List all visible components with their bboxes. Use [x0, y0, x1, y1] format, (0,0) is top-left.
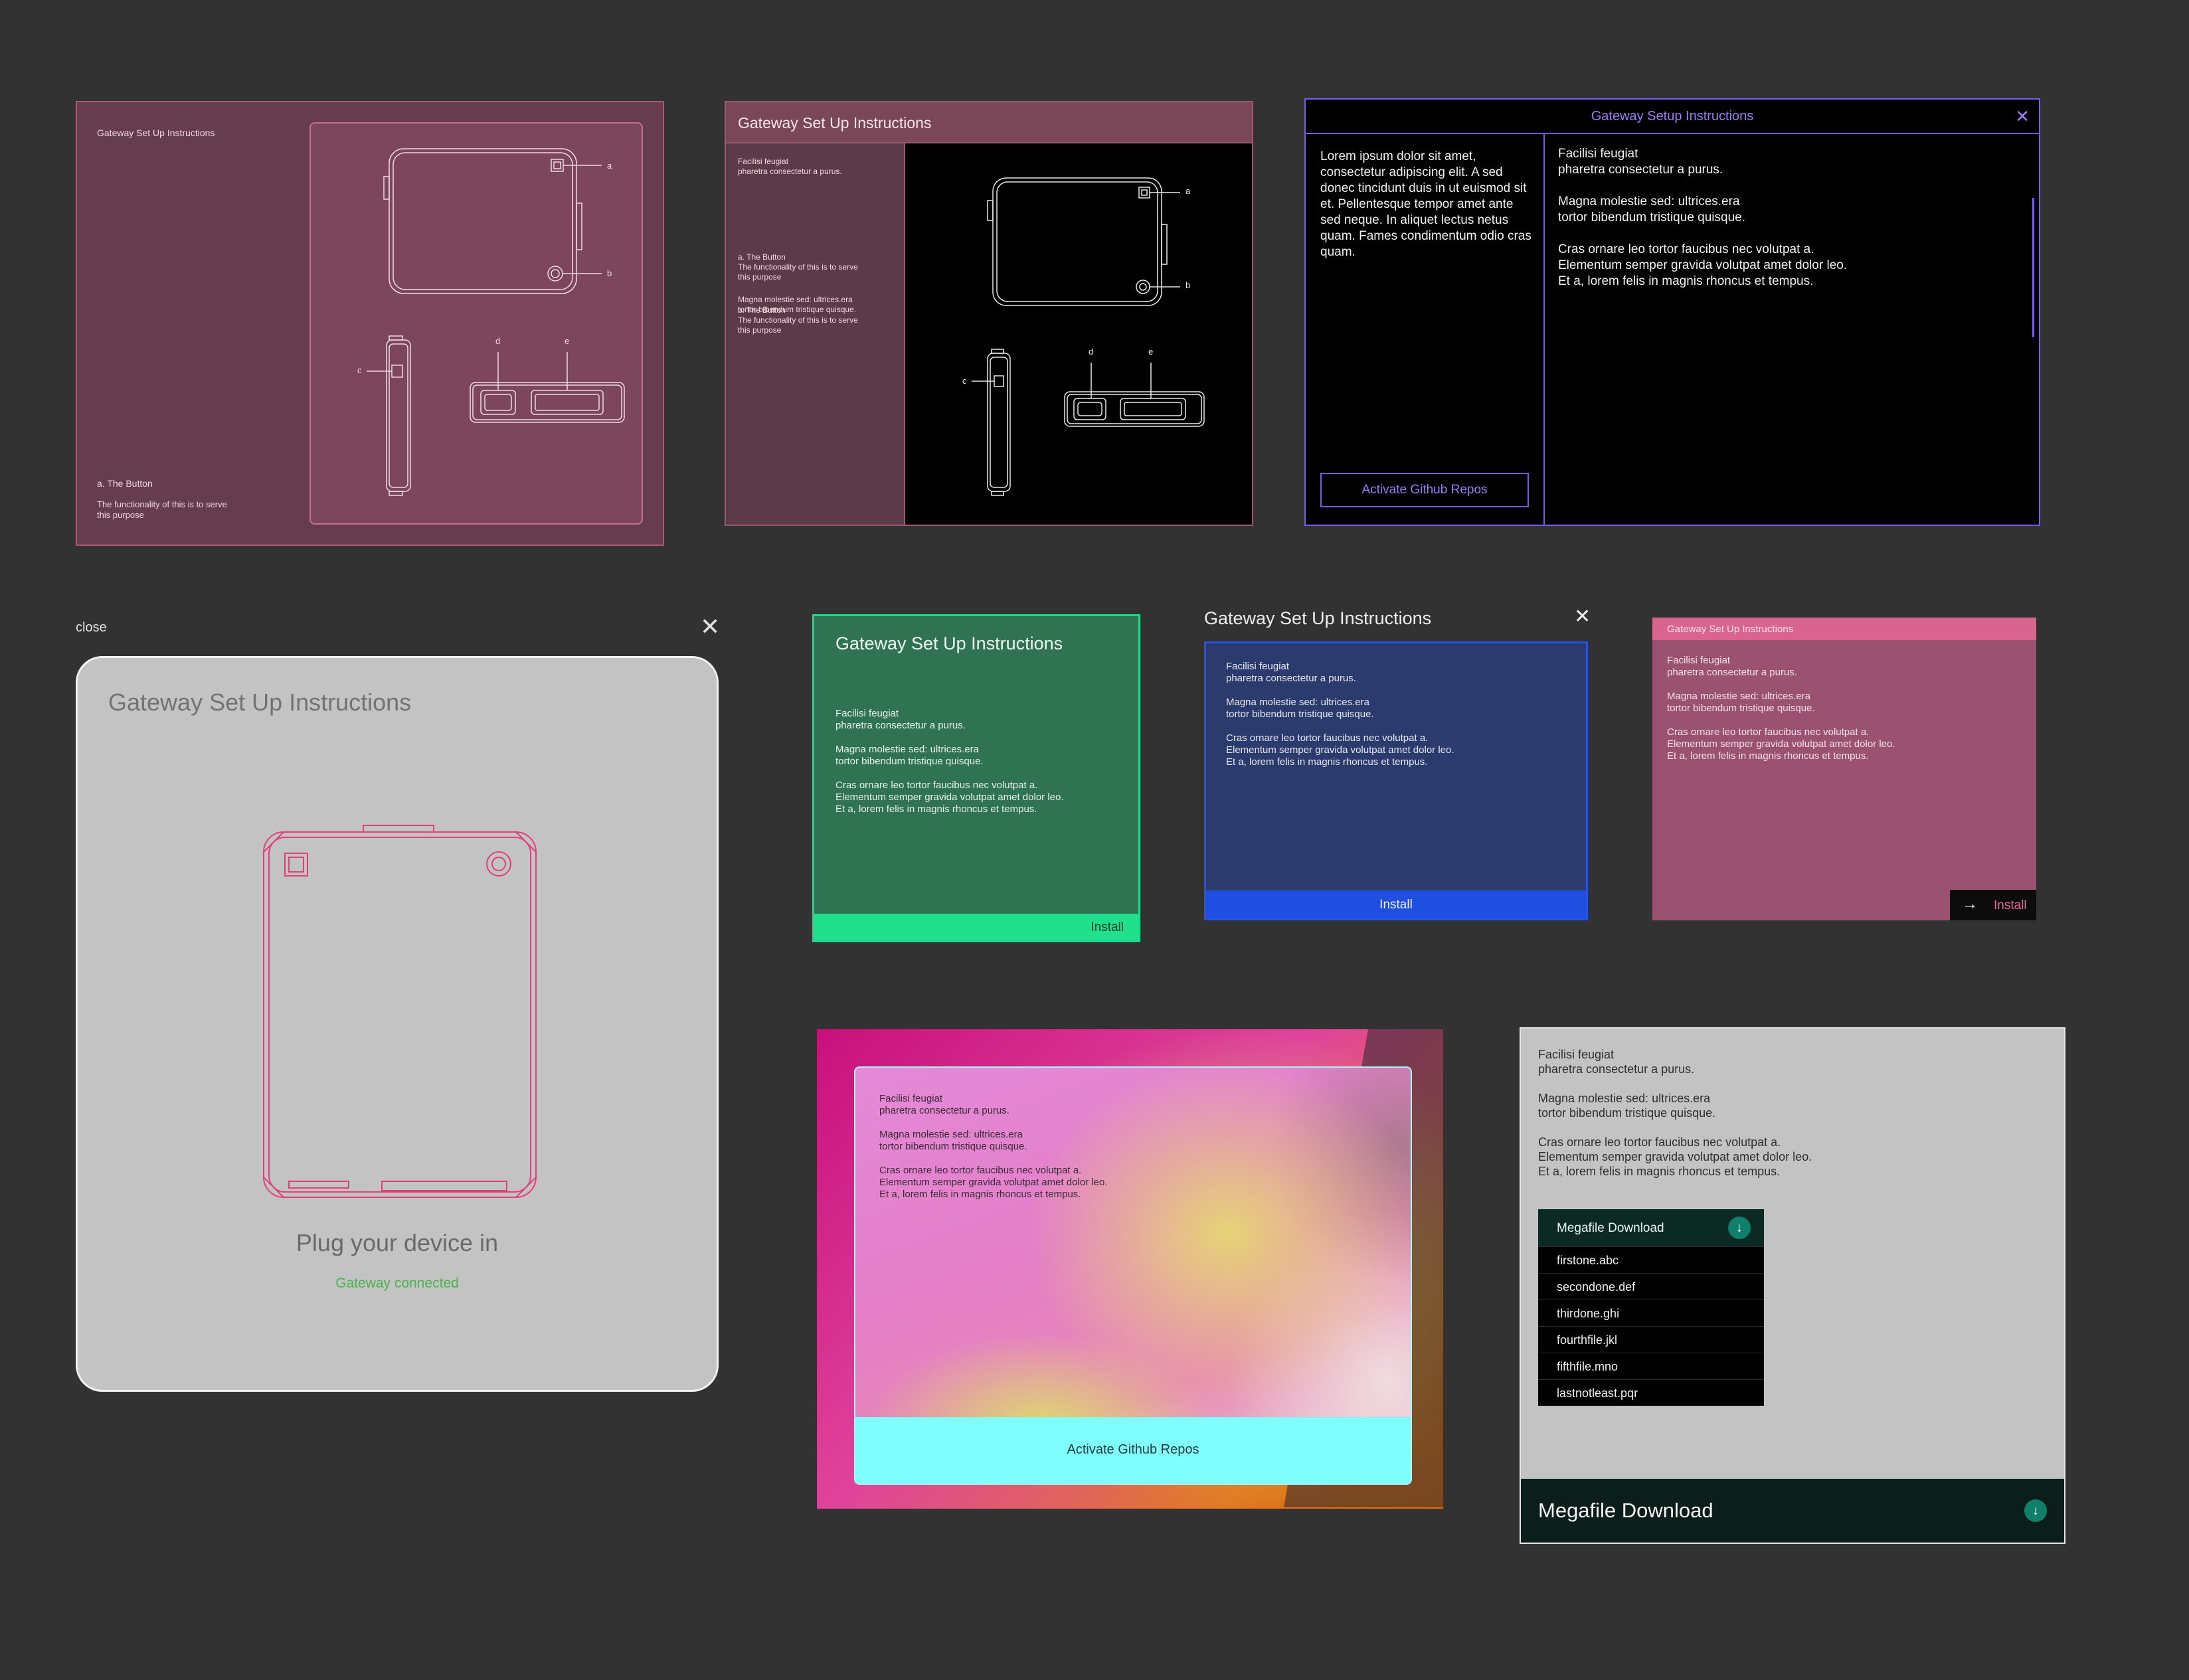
plug-heading: Plug your device in	[296, 1229, 499, 1256]
callout-label-d: d	[495, 336, 501, 346]
card-body: Facilisi feugiat pharetra consectetur a …	[1226, 661, 1454, 768]
install-card-pink: Gateway Set Up Instructions Facilisi feu…	[1652, 618, 2036, 920]
file-name: fourthfile.jkl	[1557, 1333, 1618, 1347]
file-name: fifthfile.mno	[1557, 1360, 1619, 1373]
gradient-backdrop: Facilisi feugiat pharetra consectetur a …	[817, 1029, 1443, 1509]
note-heading: a. The Button	[97, 478, 153, 489]
description-text: Lorem ipsum dolor sit amet, consectetur …	[1320, 149, 1532, 259]
device-front-view	[384, 149, 602, 294]
note-body: The functionality of this is to serve th…	[97, 499, 227, 520]
card-title: Gateway Set Up Instructions	[1667, 624, 1794, 635]
callout-label-e: e	[565, 336, 570, 346]
file-list-item[interactable]: lastnotleast.pqr	[1538, 1379, 1764, 1406]
left-column: Lorem ipsum dolor sit amet, consectetur …	[1306, 134, 1545, 525]
file-name: secondone.def	[1557, 1280, 1636, 1294]
device-diagram	[311, 124, 644, 526]
download-icon[interactable]: ↓	[1728, 1217, 1751, 1239]
callout-label-c: c	[357, 365, 362, 375]
card-title: Gateway Set Up Instructions	[1204, 608, 1432, 628]
device-side-view	[367, 336, 410, 495]
activate-github-repos-button[interactable]: Activate Github Repos	[855, 1417, 1411, 1483]
device-illustration	[257, 817, 536, 1196]
card-title: Gateway Set Up Instructions	[738, 114, 932, 131]
file-name: lastnotleast.pqr	[1557, 1386, 1638, 1400]
callout-label-e: e	[1148, 347, 1154, 357]
scrollbar[interactable]	[2032, 198, 2034, 337]
device-diagram-frame: a b c d e	[309, 122, 643, 525]
diagram-card-dark: Gateway Set Up Instructions Facilisi feu…	[725, 101, 1253, 526]
file-list-item[interactable]: thirdone.ghi	[1538, 1300, 1764, 1326]
callout-label-d: d	[1089, 347, 1094, 357]
download-footer-button[interactable]: Megafile Download ↓	[1521, 1479, 2064, 1543]
install-button-label: Install	[1994, 898, 2027, 912]
dialog-title: Gateway Set Up Instructions	[108, 689, 412, 716]
callout-label-c: c	[962, 376, 967, 386]
arrow-right-icon: →	[1962, 895, 1978, 913]
item-b-text: b. The Button The functionality of this …	[738, 305, 858, 335]
card-body: Facilisi feugiat pharetra consectetur a …	[1667, 655, 1895, 762]
install-card-blue: Facilisi feugiat pharetra consectetur a …	[1204, 641, 1588, 920]
card-body: Facilisi feugiat pharetra consectetur a …	[1538, 1048, 1812, 1178]
card-title: Gateway Set Up Instructions	[835, 633, 1063, 653]
item-a-text: a. The Button The functionality of this …	[738, 252, 858, 282]
dropdown-header[interactable]: Megafile Download ↓	[1538, 1209, 1764, 1246]
diagram-card-mauve: Gateway Set Up Instructions a b c d e a.…	[76, 101, 664, 546]
file-list-item[interactable]: fourthfile.jkl	[1538, 1326, 1764, 1353]
file-list-item[interactable]: firstone.abc	[1538, 1246, 1764, 1273]
install-button-label: Install	[1091, 920, 1124, 934]
dialog-header: Gateway Setup Instructions	[1306, 100, 2039, 134]
glass-card: Facilisi feugiat pharetra consectetur a …	[854, 1066, 1412, 1485]
device-diagram	[905, 143, 1253, 525]
file-name: firstone.abc	[1557, 1254, 1619, 1267]
file-list-item[interactable]: secondone.def	[1538, 1273, 1764, 1300]
file-name: thirdone.ghi	[1557, 1307, 1620, 1320]
install-button[interactable]: Install	[1206, 890, 1586, 918]
dropdown-label: Megafile Download	[1557, 1221, 1664, 1235]
file-dropdown: Megafile Download ↓ firstone.abc secondo…	[1538, 1209, 1764, 1406]
callout-label-b: b	[1185, 280, 1191, 290]
callout-label-a: a	[1185, 186, 1191, 196]
card-body: Facilisi feugiat pharetra consectetur a …	[879, 1093, 1108, 1200]
close-label[interactable]: close	[76, 620, 107, 635]
download-card: Facilisi feugiat pharetra consectetur a …	[1520, 1027, 2065, 1544]
install-button[interactable]: Install	[814, 914, 1138, 940]
callout-label-a: a	[607, 161, 612, 171]
device-bottom-view	[470, 352, 624, 422]
setup-dialog-purple: Gateway Setup Instructions ✕ Lorem ipsum…	[1304, 98, 2040, 526]
install-card-green: Gateway Set Up Instructions Facilisi feu…	[812, 614, 1140, 942]
instructions-text: Facilisi feugiat pharetra consectetur a …	[1558, 147, 1848, 288]
activate-button-label: Activate Github Repos	[1067, 1442, 1199, 1457]
callout-label-b: b	[607, 268, 612, 278]
close-icon[interactable]: ✕	[2015, 108, 2030, 125]
device-bottom-view	[1065, 363, 1204, 426]
instruction-sidebar: Facilisi feugiat pharetra consectetur a …	[726, 143, 904, 525]
device-side-view	[972, 349, 1010, 495]
device-front-view	[988, 178, 1180, 305]
download-icon[interactable]: ↓	[2024, 1499, 2047, 1522]
card-title: Gateway Set Up Instructions	[97, 127, 215, 138]
install-button[interactable]: → Install	[1950, 890, 2036, 920]
connection-status: Gateway connected	[335, 1276, 459, 1291]
card-header: Gateway Set Up Instructions	[1652, 618, 2036, 640]
close-icon[interactable]: ✕	[700, 615, 720, 639]
activate-github-repos-button[interactable]: Activate Github Repos	[1320, 473, 1529, 507]
intro-text: Facilisi feugiat pharetra consectetur a …	[738, 157, 842, 176]
plug-in-dialog: Gateway Set Up Instructions Plug your de…	[76, 656, 719, 1392]
device-diagram-frame: a b c d e	[904, 143, 1252, 525]
card-body: Facilisi feugiat pharetra consectetur a …	[835, 708, 1064, 815]
file-list-item[interactable]: fifthfile.mno	[1538, 1353, 1764, 1379]
footer-label: Megafile Download	[1538, 1499, 1713, 1522]
close-icon[interactable]: ✕	[1574, 607, 1591, 627]
card-header: Gateway Set Up Instructions	[726, 102, 1252, 143]
dialog-title: Gateway Setup Instructions	[1591, 109, 1754, 124]
install-button-label: Install	[1379, 898, 1413, 912]
